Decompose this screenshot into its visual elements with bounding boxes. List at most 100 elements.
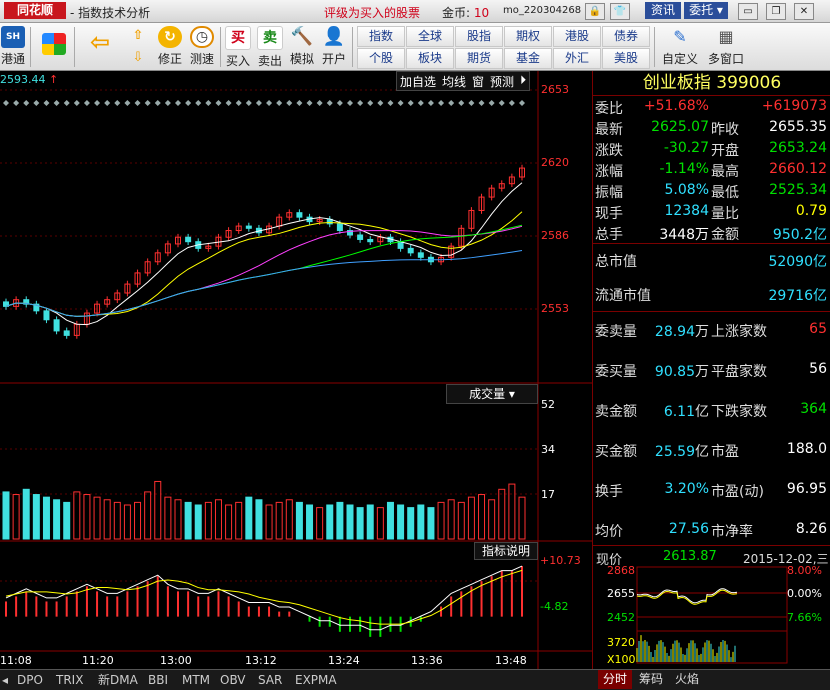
- quote-label: 涨跌: [595, 143, 623, 159]
- price-axis-label: 2586: [541, 229, 569, 242]
- forecast-button[interactable]: 预测: [487, 72, 517, 90]
- restore-button[interactable]: ❐: [766, 3, 786, 20]
- tab-intraday[interactable]: 分时: [598, 670, 632, 689]
- scroll-button[interactable]: ⇧ ⇩: [122, 25, 154, 69]
- market-funds-button[interactable]: 基金: [504, 48, 552, 69]
- market-cap-label: 总市值: [595, 254, 637, 270]
- market-index-button[interactable]: 指数: [357, 26, 405, 47]
- stat-label: 委买量: [595, 364, 637, 380]
- tab-obv[interactable]: OBV: [218, 672, 248, 688]
- stat-value: 25.59亿: [654, 444, 709, 460]
- mini-pct-top: 8.00%: [787, 564, 822, 577]
- signal-diamond: [286, 100, 293, 106]
- quote-value: -1.14%: [659, 161, 709, 177]
- candle-body: [357, 234, 364, 240]
- fix-button[interactable]: ↻ 修正: [154, 25, 186, 69]
- signal-diamond: [488, 100, 495, 106]
- rating-notice-link[interactable]: 评级为买入的股票: [324, 4, 420, 21]
- time-axis-label: 13:24: [328, 654, 360, 667]
- volume-bar: [214, 499, 222, 540]
- market-bonds-button[interactable]: 债券: [602, 26, 650, 47]
- hk-connect-button[interactable]: SH 港通: [0, 25, 26, 69]
- mini-vol-unit: X100: [607, 653, 636, 666]
- tab-new-dma[interactable]: 新DMA: [96, 672, 140, 688]
- volume-bar: [467, 496, 475, 540]
- volume-bar: [356, 507, 364, 540]
- simulate-button[interactable]: 🔨 模拟: [286, 25, 318, 69]
- speed-test-button[interactable]: ◷ 测速: [186, 25, 218, 69]
- market-us-button[interactable]: 美股: [602, 48, 650, 69]
- ma10-line: [5, 211, 523, 317]
- chart-area[interactable]: 2593.44 ↑ 加自选 均线 窗 预测 ⏵ 2653 2620 2586 2…: [0, 71, 592, 669]
- volume-bar: [204, 501, 212, 540]
- signal-diamond: [448, 100, 455, 106]
- tab-expma[interactable]: EXPMA: [293, 672, 339, 688]
- account-id: mo_220304268: [503, 5, 582, 16]
- tab-scroll-left[interactable]: ◂: [0, 672, 10, 688]
- customize-button[interactable]: ✎ 自定义: [660, 25, 700, 69]
- volume-selector[interactable]: 成交量 ▾: [446, 384, 538, 404]
- layout-button[interactable]: [38, 25, 70, 69]
- mini-price-line: [636, 588, 738, 604]
- signal-diamond: [276, 100, 283, 106]
- market-stocks-button[interactable]: 个股: [357, 48, 405, 69]
- market-sectors-button[interactable]: 板块: [406, 48, 454, 69]
- expand-icon[interactable]: ⏵: [517, 72, 529, 90]
- indicator-help-button[interactable]: 指标说明: [474, 542, 538, 560]
- tab-trix[interactable]: TRIX: [54, 672, 85, 688]
- candlestick-chart[interactable]: [0, 71, 592, 669]
- market-cap-value: 52090亿: [768, 254, 827, 270]
- info-button[interactable]: 资讯: [645, 2, 681, 19]
- entrust-button[interactable]: 委托 ▾: [684, 2, 728, 19]
- volume-bar: [184, 501, 192, 540]
- signal-diamond: [225, 100, 232, 106]
- sell-button[interactable]: 卖 卖出: [254, 25, 286, 69]
- window-button[interactable]: 窗: [469, 72, 487, 90]
- quote-label: 金额: [711, 227, 739, 243]
- quote-label: 涨幅: [595, 164, 623, 180]
- close-button[interactable]: ✕: [794, 3, 814, 20]
- market-stock-index-button[interactable]: 股指: [455, 26, 503, 47]
- tab-bbi[interactable]: BBI: [146, 672, 170, 688]
- quote-value: +619073: [761, 98, 827, 114]
- buy-button[interactable]: 买 买入: [222, 25, 254, 69]
- volume-bar: [306, 504, 314, 540]
- tab-dpo[interactable]: DPO: [15, 672, 45, 688]
- ma-button[interactable]: 均线: [439, 72, 469, 90]
- volume-bar: [83, 494, 91, 540]
- signal-diamond: [205, 100, 212, 106]
- market-forex-button[interactable]: 外汇: [553, 48, 601, 69]
- market-hk-button[interactable]: 港股: [553, 26, 601, 47]
- signal-diamond: [104, 100, 111, 106]
- quote-value: 12384: [664, 203, 709, 219]
- tab-sar[interactable]: SAR: [256, 672, 284, 688]
- volume-bar: [326, 504, 334, 540]
- market-futures-button[interactable]: 期货: [455, 48, 503, 69]
- quote-label: 最低: [711, 185, 739, 201]
- signal-diamond: [73, 100, 80, 106]
- market-options-button[interactable]: 期权: [504, 26, 552, 47]
- volume-bar: [366, 504, 374, 540]
- lock-icon[interactable]: 🔒: [585, 3, 605, 20]
- edit-icon: ✎: [673, 27, 687, 46]
- signal-diamond: [164, 100, 171, 106]
- multi-window-button[interactable]: ▦ 多窗口: [704, 25, 748, 69]
- signal-diamond: [185, 100, 192, 106]
- tab-flame[interactable]: 火焰: [670, 670, 704, 689]
- tab-mtm[interactable]: MTM: [180, 672, 212, 688]
- volume-bar: [174, 499, 182, 540]
- stat-label: 换手: [595, 484, 623, 500]
- shirt-icon[interactable]: 👕: [610, 3, 630, 20]
- stat-value: 90.85万: [654, 364, 709, 380]
- stat-label: 平盘家数: [711, 364, 767, 380]
- quote-value: 2625.07: [651, 119, 709, 135]
- open-account-button[interactable]: 👤 开户: [318, 25, 350, 69]
- add-favorite-button[interactable]: 加自选: [397, 72, 439, 90]
- minimize-button[interactable]: ▭: [738, 3, 758, 20]
- signal-diamond: [63, 100, 70, 106]
- buy-icon: 买: [225, 26, 251, 50]
- candle-body: [185, 236, 192, 243]
- tab-chips[interactable]: 筹码: [634, 670, 668, 689]
- back-button[interactable]: ⇦: [84, 25, 116, 69]
- market-global-button[interactable]: 全球: [406, 26, 454, 47]
